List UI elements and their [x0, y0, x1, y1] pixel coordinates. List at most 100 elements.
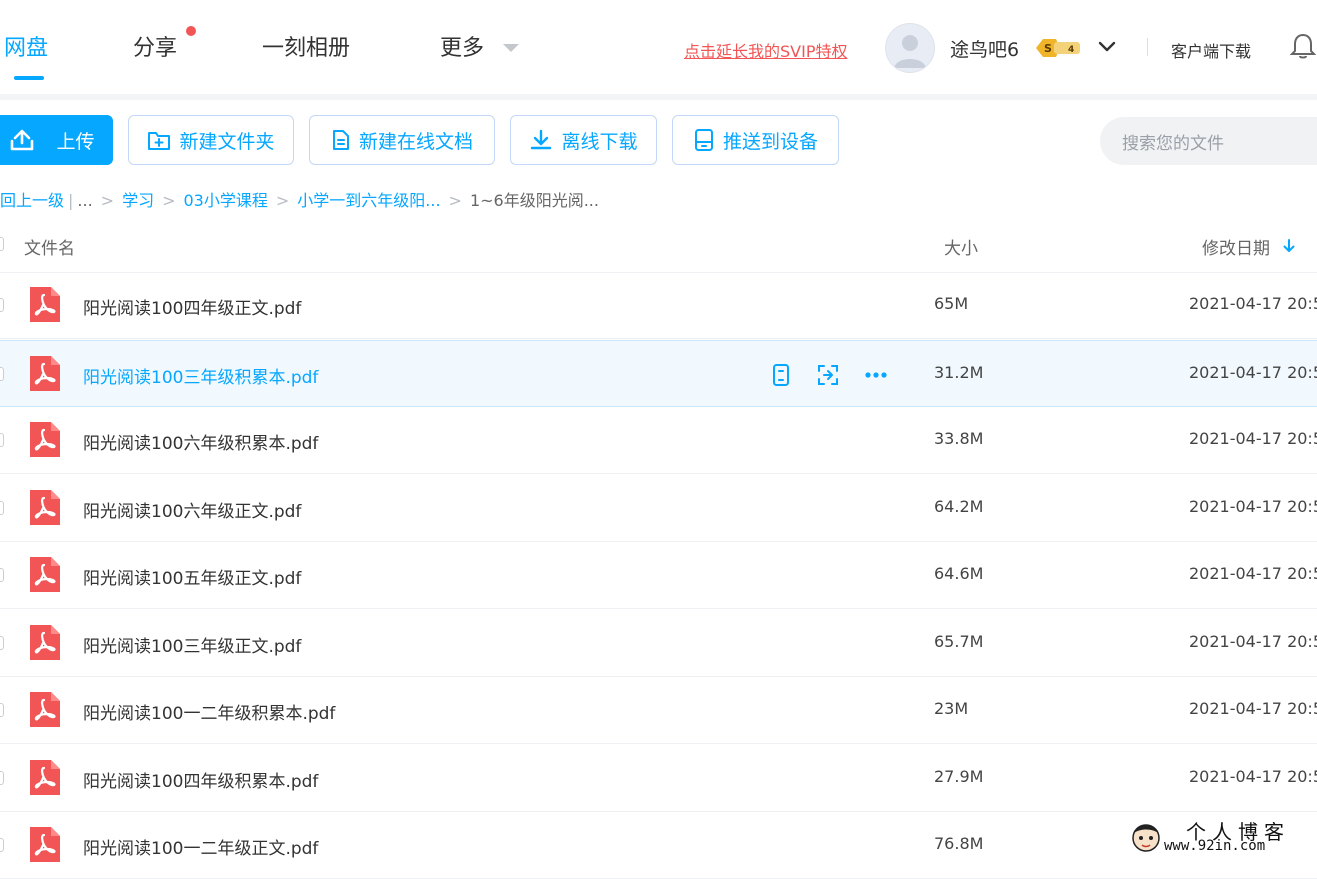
chevron-down-icon[interactable]	[1097, 37, 1117, 57]
row-checkbox[interactable]	[0, 568, 4, 582]
upload-icon	[11, 129, 34, 151]
breadcrumb-separator: >	[162, 191, 176, 210]
search-placeholder: 搜索您的文件	[1122, 133, 1224, 154]
table-row[interactable]: 阳光阅读100六年级正文.pdf 64.2M 2021-04-17 20:5	[0, 475, 1317, 542]
file-size: 64.2M	[934, 496, 984, 516]
svip-level-badge: S 4	[1036, 39, 1080, 57]
file-modified-date: 2021-04-17 20:5	[1189, 699, 1317, 718]
breadcrumb-item[interactable]: 学习	[122, 191, 154, 210]
select-all-checkbox[interactable]	[0, 237, 4, 251]
avatar[interactable]	[885, 23, 935, 73]
row-checkbox[interactable]	[0, 500, 4, 515]
nav-tab-album[interactable]: 一刻相册	[262, 30, 350, 62]
upload-button[interactable]: 上传	[0, 115, 113, 165]
more-icon[interactable]	[863, 362, 889, 388]
column-header-modified[interactable]: 修改日期	[1202, 234, 1270, 259]
file-name[interactable]: 阳光阅读100三年级正文.pdf	[83, 632, 301, 657]
new-online-doc-button[interactable]: 新建在线文档	[309, 115, 495, 165]
new-online-doc-label: 新建在线文档	[358, 130, 473, 153]
file-name[interactable]: 阳光阅读100六年级积累本.pdf	[83, 429, 318, 454]
phone-icon[interactable]	[768, 362, 794, 388]
share-icon[interactable]	[815, 362, 841, 388]
file-name[interactable]: 阳光阅读100五年级正文.pdf	[83, 564, 301, 589]
table-row[interactable]: 阳光阅读100三年级积累本.pdf 31.2M 2021-04-17 20:5	[0, 339, 1317, 407]
file-modified-date: 2021-04-17 20:5	[1189, 496, 1317, 516]
table-row[interactable]: 阳光阅读100一二年级正文.pdf76.8M2021-04-17 20:5	[0, 812, 1317, 879]
breadcrumb-separator: >	[275, 191, 290, 210]
row-checkbox[interactable]	[0, 838, 4, 852]
file-name[interactable]: 阳光阅读100三年级积累本.pdf	[83, 363, 318, 388]
column-header-size[interactable]: 大小	[944, 234, 978, 259]
breadcrumb-current: 1~6年级阳光阅...	[469, 191, 599, 210]
table-row[interactable]: 阳光阅读100四年级正文.pdf 65M 2021-04-17 20:5	[0, 272, 1317, 339]
table-row[interactable]: 阳光阅读100四年级积累本.pdf 27.9M 2021-04-17 20:5	[0, 745, 1317, 812]
push-to-device-button[interactable]: 推送到设备	[672, 115, 839, 165]
file-name[interactable]: 阳光阅读100六年级正文.pdf	[83, 497, 301, 522]
table-row[interactable]: 阳光阅读100五年级正文.pdf 64.6M 2021-04-17 20:5	[0, 542, 1317, 609]
file-size: 64.6M	[934, 564, 984, 583]
file-size: 23M	[934, 699, 969, 718]
row-checkbox[interactable]	[0, 298, 4, 312]
file-size: 27.9M	[934, 766, 984, 786]
offline-download-button[interactable]: 离线下载	[510, 115, 657, 165]
row-checkbox[interactable]	[0, 703, 4, 717]
caret-down-icon[interactable]	[503, 44, 519, 52]
offline-download-label: 离线下载	[561, 130, 638, 153]
top-navigation-bar: 网盘 分享 一刻相册 更多 点击延长我的SVIP特权 途鸟吧6 S 4 客户端下…	[0, 0, 1317, 100]
file-size: 76.8M	[934, 834, 984, 853]
table-row[interactable]: 阳光阅读100六年级积累本.pdf 33.8M 2021-04-17 20:5	[0, 407, 1317, 474]
file-modified-date: 2021-04-17 20:5	[1189, 294, 1317, 313]
document-icon	[332, 130, 349, 150]
upload-label: 上传	[56, 130, 95, 153]
pdf-file-icon	[30, 422, 60, 457]
breadcrumb-ellipsis[interactable]: ...	[77, 191, 92, 210]
file-size: 65M	[934, 294, 969, 313]
file-name[interactable]: 阳光阅读100一二年级正文.pdf	[83, 834, 318, 859]
new-folder-icon	[148, 132, 171, 150]
breadcrumb-item[interactable]: 03小学课程	[184, 191, 268, 210]
file-size: 31.2M	[934, 362, 984, 382]
active-tab-indicator	[14, 76, 44, 80]
push-to-device-label: 推送到设备	[722, 130, 818, 153]
file-size: 33.8M	[934, 429, 984, 448]
pdf-file-icon	[30, 489, 60, 525]
watermark-url: www.92in.com	[1164, 838, 1266, 854]
nav-tab-share[interactable]: 分享	[133, 30, 177, 62]
breadcrumb-back-link[interactable]: 回上一级	[0, 191, 64, 210]
row-checkbox[interactable]	[0, 635, 4, 650]
file-name[interactable]: 阳光阅读100四年级积累本.pdf	[83, 767, 318, 792]
pdf-file-icon	[30, 557, 60, 592]
pdf-file-icon	[30, 827, 60, 862]
username[interactable]: 途鸟吧6	[950, 35, 1019, 62]
nav-tab-more[interactable]: 更多	[440, 30, 484, 62]
pdf-file-icon	[30, 759, 60, 795]
breadcrumb-item[interactable]: 小学一到六年级阳...	[297, 191, 440, 210]
client-download-link[interactable]: 客户端下载	[1171, 38, 1251, 62]
new-folder-label: 新建文件夹	[179, 130, 275, 153]
file-name[interactable]: 阳光阅读100四年级正文.pdf	[83, 294, 301, 319]
row-checkbox[interactable]	[0, 433, 4, 447]
row-checkbox[interactable]	[0, 366, 4, 381]
bell-icon[interactable]	[1290, 32, 1316, 60]
divider	[1147, 38, 1148, 56]
blog-watermark: 个人博客 www.92in.com	[1124, 816, 1317, 859]
file-modified-date: 2021-04-17 20:5	[1189, 429, 1317, 448]
new-folder-button[interactable]: 新建文件夹	[128, 115, 294, 165]
breadcrumb-separator: >	[100, 191, 115, 210]
sort-desc-arrow-icon[interactable]	[1282, 238, 1296, 254]
device-icon	[694, 129, 713, 151]
table-row[interactable]: 阳光阅读100三年级正文.pdf 65.7M 2021-04-17 20:5	[0, 610, 1317, 677]
pdf-file-icon	[30, 287, 60, 322]
row-checkbox[interactable]	[0, 770, 4, 785]
table-row[interactable]: 阳光阅读100一二年级积累本.pdf 23M 2021-04-17 20:5	[0, 677, 1317, 744]
file-name[interactable]: 阳光阅读100一二年级积累本.pdf	[83, 699, 335, 724]
pdf-file-icon	[30, 355, 60, 391]
breadcrumb-divider: |	[68, 191, 74, 210]
search-input[interactable]: 搜索您的文件	[1100, 117, 1317, 165]
column-header-name[interactable]: 文件名	[24, 234, 75, 259]
svip-renew-link[interactable]: 点击延长我的SVIP特权	[684, 38, 847, 62]
file-modified-date: 2021-04-17 20:5	[1189, 631, 1317, 651]
breadcrumb: 回上一级 |... > 学习 >03小学课程 > 小学一到六年级阳... >1~6年级阳光阅.…	[0, 187, 599, 211]
svg-text:4: 4	[1068, 45, 1074, 55]
nav-tab-netdisk[interactable]: 网盘	[4, 30, 48, 62]
